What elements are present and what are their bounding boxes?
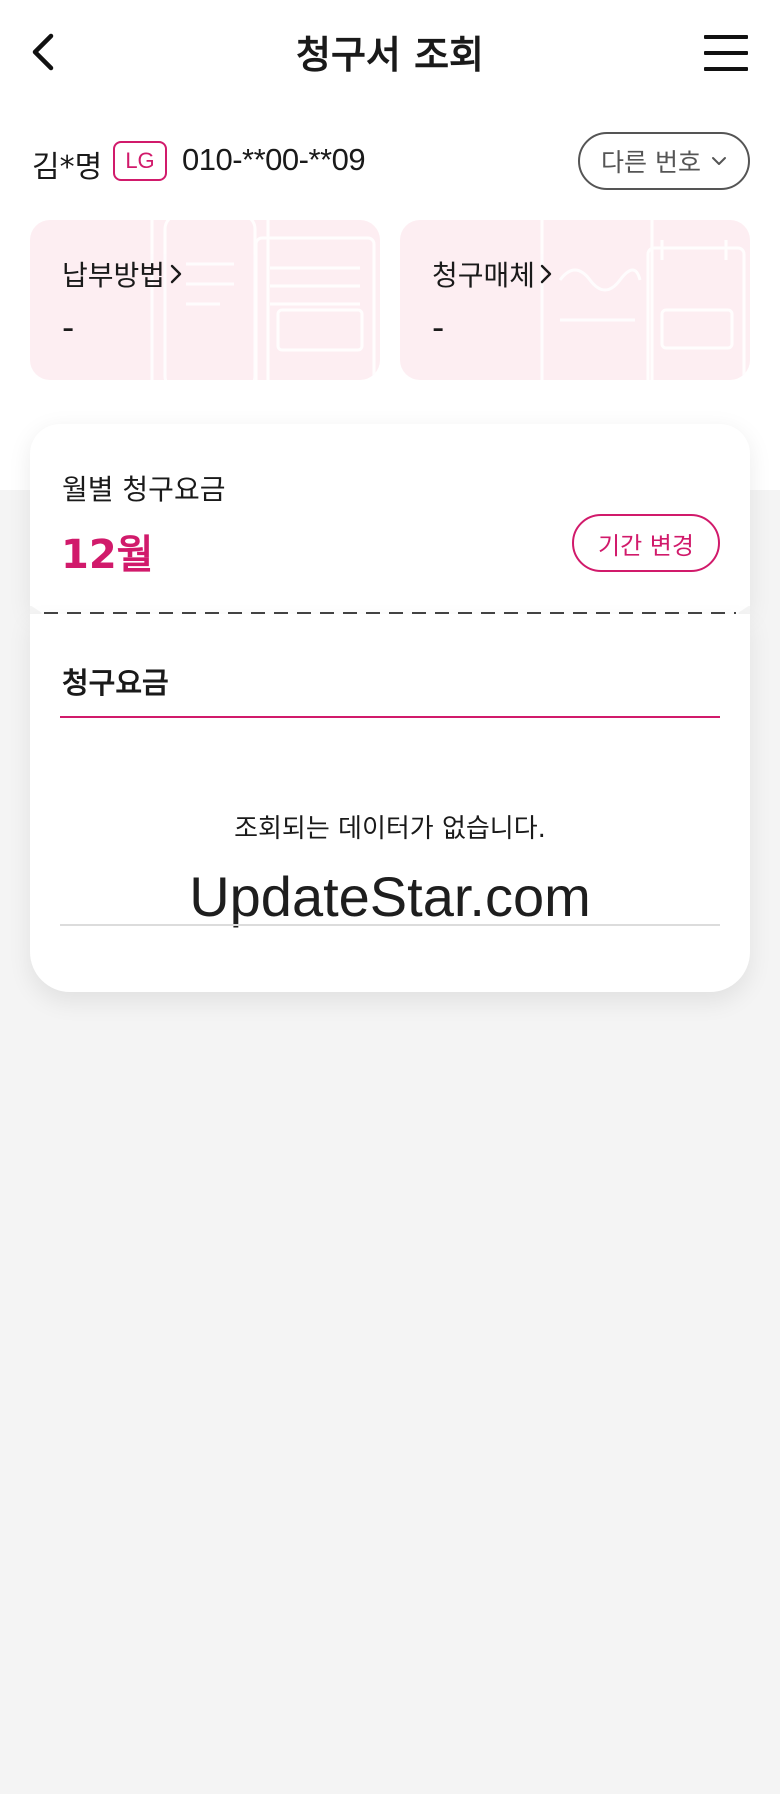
bill-detail-card: 청구요금 조회되는 데이터가 없습니다. UpdateStar.com [30,614,750,992]
monthly-charge-label: 월별 청구요금 [62,473,226,506]
payment-illustration-icon [150,220,376,380]
selected-month: 12월 [61,532,154,578]
watermark-text: UpdateStar.com [189,865,591,928]
payment-method-title: 납부방법 [62,254,183,294]
phone-number: 010-**00-**09 [182,142,366,177]
tab-active-underline [60,716,720,718]
tab-billing-charges[interactable]: 청구요금 [62,660,169,702]
billing-medium-label: 청구매체 [432,259,536,292]
change-period-button[interactable]: 기간 변경 [572,514,720,572]
chevron-right-icon [170,264,182,284]
bill-divider [60,924,720,926]
chevron-down-icon [711,157,726,165]
back-button[interactable] [26,30,62,74]
hamburger-menu-icon [704,35,748,71]
billing-medium-illustration-icon [540,220,746,380]
empty-state-message: 조회되는 데이터가 없습니다. [234,814,546,844]
chevron-right-icon [540,264,552,284]
user-name: 김*명 [32,150,103,185]
billing-medium-card[interactable]: 청구매체 - [400,220,750,380]
payment-method-card[interactable]: 납부방법 - [30,220,380,380]
payment-method-label: 납부방법 [62,259,166,292]
billing-medium-title: 청구매체 [432,254,553,294]
menu-button[interactable] [702,32,750,74]
other-number-label: 다른 번호 [601,148,701,177]
billing-medium-value: - [432,308,445,348]
app-header: 청구서 조회 [0,0,780,106]
monthly-charge-card: 월별 청구요금 12월 기간 변경 [30,424,750,612]
carrier-badge: LG [113,141,167,181]
payment-method-value: - [62,308,75,348]
user-info-row: 김*명 LG 010-**00-**09 다른 번호 [30,132,750,190]
bill-inquiry-page: 청구서 조회 김*명 LG 010-**00-**09 다른 번호 납부방법 -… [0,0,780,1794]
other-number-button[interactable]: 다른 번호 [578,132,750,190]
chevron-left-icon [32,33,54,71]
page-title: 청구서 조회 [295,33,485,77]
